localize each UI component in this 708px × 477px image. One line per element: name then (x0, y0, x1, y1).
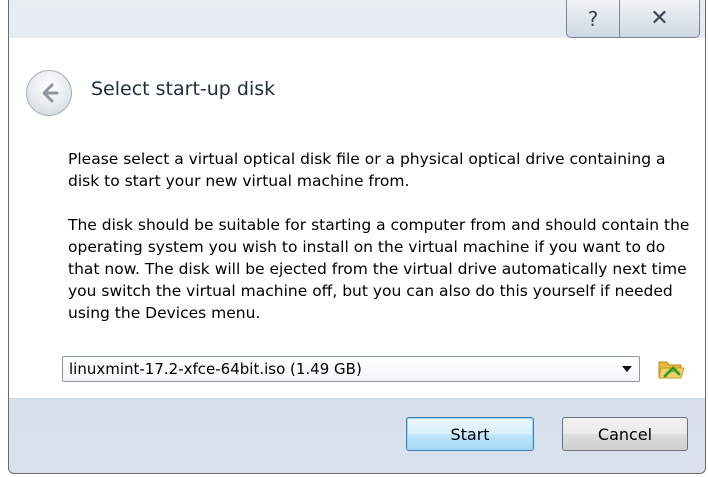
back-button[interactable] (26, 70, 72, 116)
help-button[interactable]: ? (566, 0, 620, 38)
start-button[interactable]: Start (406, 417, 534, 451)
description-text: The disk should be suitable for starting… (68, 216, 690, 322)
disk-select-value: linuxmint-17.2-xfce-64bit.iso (1.49 GB) (69, 360, 362, 378)
page-title: Select start-up disk (91, 78, 276, 100)
intro-text: Please select a virtual optical disk fil… (68, 150, 666, 190)
disk-select-dropdown[interactable]: linuxmint-17.2-xfce-64bit.iso (1.49 GB) (62, 356, 640, 382)
close-button[interactable]: ✕ (620, 0, 700, 38)
choose-disk-file-button[interactable] (657, 357, 685, 381)
wizard-content: Please select a virtual optical disk fil… (9, 126, 705, 398)
wizard-footer: Start Cancel (9, 398, 705, 475)
cancel-button[interactable]: Cancel (562, 417, 688, 451)
help-icon: ? (587, 6, 599, 31)
folder-open-icon (658, 361, 685, 379)
wizard-header: Select start-up disk (9, 38, 705, 127)
titlebar-controls: ? ✕ (566, 0, 700, 38)
dialog-window: ? ✕ Select start-up disk Please select a… (8, 0, 706, 474)
close-icon: ✕ (650, 6, 669, 31)
chevron-down-icon (622, 366, 632, 372)
back-arrow-icon (42, 83, 59, 103)
